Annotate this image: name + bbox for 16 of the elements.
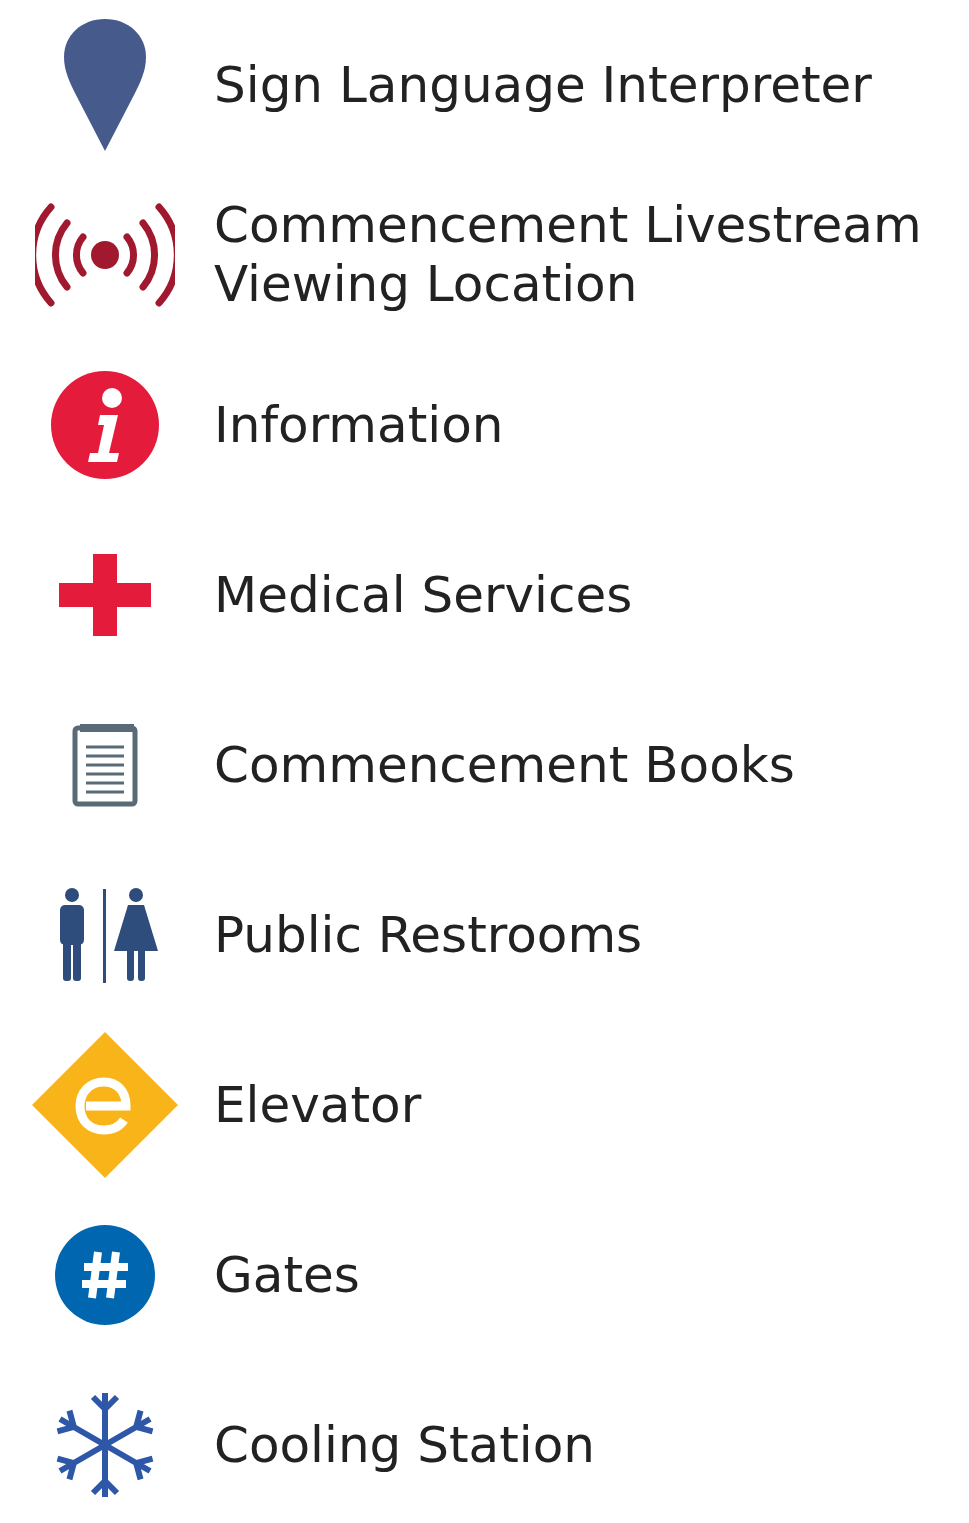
legend-label: Commencement Books xyxy=(214,735,795,795)
legend-label: Elevator xyxy=(214,1075,422,1135)
broadcast-icon xyxy=(35,201,175,309)
book-icon xyxy=(72,723,138,807)
gate-number-icon xyxy=(54,1224,156,1326)
info-icon xyxy=(50,370,160,480)
elevator-icon xyxy=(32,1032,178,1178)
legend-label: Gates xyxy=(214,1245,360,1305)
legend-label: Cooling Station xyxy=(214,1415,595,1475)
medical-cross-icon xyxy=(59,554,151,636)
legend-label: Public Restrooms xyxy=(214,905,643,965)
map-pin-icon xyxy=(62,17,148,153)
legend-label: Commencement Livestream Viewing Location xyxy=(214,196,923,314)
legend-label: Information xyxy=(214,395,504,455)
legend-label: Sign Language Interpreter xyxy=(214,55,872,115)
legend-label: Medical Services xyxy=(214,565,633,625)
